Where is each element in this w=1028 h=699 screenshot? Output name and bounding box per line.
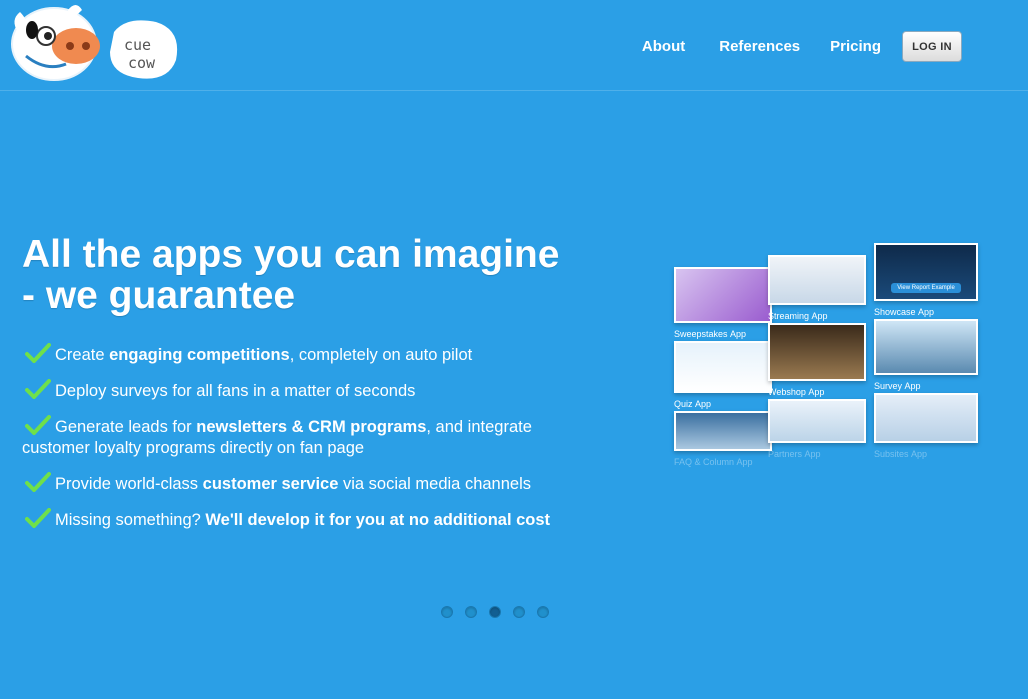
app-title-faq: FAQ & Column App — [674, 457, 753, 467]
cuecow-logo[interactable]: cue cow — [6, 2, 182, 86]
feature-item: Deploy surveys for all fans in a matter … — [22, 379, 592, 402]
partners-thumbnail — [768, 399, 866, 443]
showcase-column: Streaming App Webshop App Partners App — [768, 255, 866, 461]
hero-title-line1: All the apps you can imagine — [22, 233, 560, 276]
feature-item: Provide world-class customer service via… — [22, 472, 592, 495]
checkmark-icon — [25, 415, 51, 435]
carousel-pagination — [441, 606, 561, 618]
nav-about[interactable]: About — [642, 38, 685, 55]
carousel-dot-1[interactable] — [441, 606, 453, 618]
feature-item: Generate leads for newsletters & CRM pro… — [22, 415, 592, 459]
carousel-dot-3[interactable] — [489, 606, 501, 618]
showcase-column: Sweepstakes App Quiz App FAQ & Column Ap… — [674, 267, 772, 469]
checkmark-icon — [25, 343, 51, 363]
app-title-partners: Partners App — [768, 449, 821, 459]
faq-thumbnail — [674, 411, 772, 451]
app-title-streaming: Streaming App — [768, 311, 828, 321]
login-button[interactable]: LOG IN — [902, 31, 962, 62]
webshop-thumbnail — [768, 323, 866, 381]
app-title-webshop: Webshop App — [768, 387, 825, 397]
checkmark-icon — [25, 379, 51, 399]
main-nav: About References Pricing LOG IN — [642, 31, 962, 62]
sweepstakes-thumbnail — [674, 267, 772, 323]
hero-title: All the apps you can imagine - we guaran… — [22, 234, 602, 316]
hero-title-line2: - we guarantee — [22, 274, 296, 317]
survey-thumbnail — [874, 393, 978, 443]
app-title-subsites: Subsites App — [874, 449, 928, 459]
carousel-dot-5[interactable] — [537, 606, 549, 618]
app-title-quiz: Quiz App — [674, 399, 712, 409]
checkmark-icon — [25, 508, 51, 528]
site-header: cue cow About References Pricing LOG IN — [0, 0, 1028, 91]
nav-references[interactable]: References — [719, 38, 800, 55]
nav-pricing[interactable]: Pricing — [830, 38, 881, 55]
carousel-dot-4[interactable] — [513, 606, 525, 618]
app-title-showcase: Showcase App — [874, 307, 935, 317]
showcase-thumbnail: View Report Example — [874, 243, 978, 301]
feature-list: Create engaging competitions, completely… — [22, 343, 592, 544]
app-showcase-image: Sweepstakes App Quiz App FAQ & Column Ap… — [666, 205, 986, 600]
showcase-photo-thumbnail — [874, 319, 978, 375]
logo-text-cow: cow — [128, 54, 156, 72]
checkmark-icon — [25, 472, 51, 492]
feature-item: Missing something? We'll develop it for … — [22, 508, 592, 531]
carousel-dot-2[interactable] — [465, 606, 477, 618]
app-title-sweepstakes: Sweepstakes App — [674, 329, 747, 339]
streaming-thumbnail — [768, 255, 866, 305]
quiz-thumbnail — [674, 341, 772, 393]
feature-item: Create engaging competitions, completely… — [22, 343, 592, 366]
showcase-column: View Report Example Showcase App Survey … — [874, 243, 978, 461]
view-report-button: View Report Example — [891, 283, 961, 293]
logo-text-cue: cue — [124, 36, 151, 54]
app-title-survey: Survey App — [874, 381, 921, 391]
